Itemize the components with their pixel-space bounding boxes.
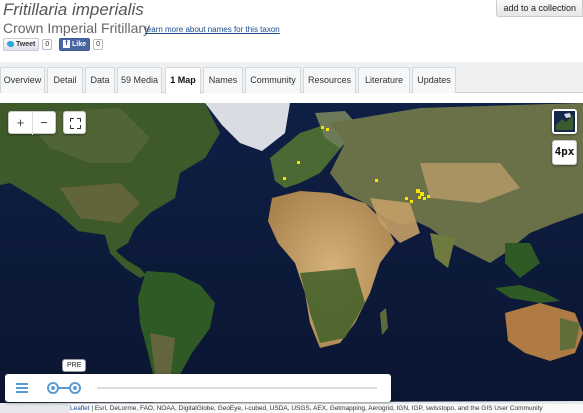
occurrence-map[interactable]: + − 4px PRE Leaflet | Esri, DeLorme, FAO…: [0, 103, 583, 413]
timeline-period-label: PRE: [62, 359, 87, 372]
timeline-track[interactable]: [97, 387, 377, 389]
common-name: Crown Imperial Fritillary: [3, 20, 151, 36]
occurrence-point: [410, 200, 413, 203]
occurrence-point: [418, 196, 421, 199]
timeline-control: PRE: [5, 359, 391, 402]
occurrence-point: [427, 195, 430, 198]
occurrence-point: [420, 192, 424, 196]
facebook-icon: f: [63, 40, 70, 48]
zoom-in-button[interactable]: +: [9, 112, 32, 135]
tab-overview[interactable]: Overview: [0, 67, 45, 93]
timeline-start-handle[interactable]: [47, 382, 59, 394]
zoom-controls: + −: [8, 111, 56, 135]
add-to-collection-button[interactable]: add to a collection: [496, 0, 583, 17]
occurrence-point: [326, 128, 329, 131]
fullscreen-icon: [70, 118, 81, 129]
occurrence-point: [297, 161, 300, 164]
like-button[interactable]: f Like: [59, 37, 91, 51]
taxon-header: Fritillaria imperialis Crown Imperial Fr…: [0, 0, 583, 62]
tweet-button[interactable]: Tweet: [3, 37, 40, 51]
timeline-menu-icon[interactable]: [16, 383, 28, 393]
tab-map[interactable]: 1 Map: [165, 67, 201, 94]
tweet-count: 0: [42, 38, 53, 50]
tab-community[interactable]: Community: [245, 67, 301, 93]
zoom-out-button[interactable]: −: [31, 112, 55, 135]
occurrence-point: [423, 197, 426, 200]
marker-size-toggle[interactable]: 4px: [552, 140, 577, 165]
tab-data[interactable]: Data: [85, 67, 115, 93]
taxon-tabs: Overview Detail Data 59 Media 1 Map Name…: [0, 62, 583, 94]
occurrence-point: [321, 126, 324, 129]
tab-updates[interactable]: Updates: [412, 67, 456, 93]
learn-more-names-link[interactable]: learn more about names for this taxon: [145, 25, 280, 34]
occurrence-point: [405, 197, 408, 200]
like-count: 0: [93, 38, 104, 50]
tab-media[interactable]: 59 Media: [117, 67, 162, 93]
fullscreen-button[interactable]: [63, 111, 86, 134]
world-satellite-basemap: [0, 103, 583, 413]
twitter-bird-icon: [7, 41, 14, 47]
map-attribution: Leaflet | Esri, DeLorme, FAO, NOAA, Digi…: [70, 404, 583, 413]
basemap-layers-button[interactable]: [552, 109, 577, 134]
tab-detail[interactable]: Detail: [47, 67, 83, 93]
attribution-text: | Esri, DeLorme, FAO, NOAA, DigitalGlobe…: [89, 405, 543, 412]
tweet-label: Tweet: [16, 40, 36, 48]
like-label: Like: [72, 40, 87, 48]
satellite-thumbnail-icon: [554, 111, 575, 132]
occurrence-point: [375, 179, 378, 182]
occurrence-point: [416, 189, 420, 193]
tweet-widget: Tweet 0: [3, 37, 53, 51]
occurrence-point: [283, 177, 286, 180]
tab-resources[interactable]: Resources: [303, 67, 356, 93]
leaflet-link[interactable]: Leaflet: [70, 405, 90, 412]
timeline-end-handle[interactable]: [69, 382, 81, 394]
scientific-name: Fritillaria imperialis: [3, 0, 144, 19]
tab-literature[interactable]: Literature: [358, 67, 410, 93]
tab-names[interactable]: Names: [203, 67, 243, 93]
like-widget: f Like 0: [59, 37, 104, 51]
